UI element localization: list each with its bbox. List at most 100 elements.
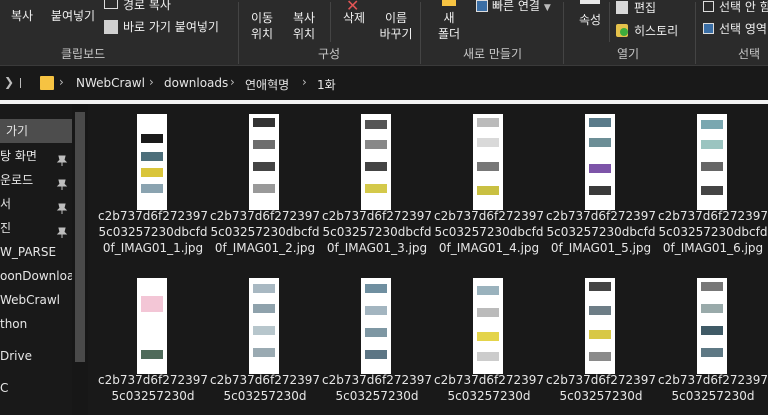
edit-icon (616, 1, 628, 14)
file-name: c2b737d6f2723975c03257230dbcfd0f_IMAG01_… (209, 209, 321, 255)
file-name: c2b737d6f2723975c03257230d (321, 373, 433, 403)
ribbon-separator (609, 2, 610, 42)
nav-item-documents[interactable]: 서 (0, 192, 72, 216)
ribbon-separator (330, 2, 331, 42)
nav-item-nwebcrawl[interactable]: WebCrawl (0, 288, 72, 312)
file-name: c2b737d6f2723975c03257230d (433, 373, 545, 403)
open-group-label: 열기 (617, 47, 640, 61)
breadcrumb-nwebcrawl[interactable]: NWebCrawl (76, 76, 145, 90)
nav-item-label: W_PARSE (0, 245, 57, 259)
image-thumbnail (249, 114, 279, 210)
properties-label: 속성 (578, 13, 602, 27)
image-thumbnail (361, 278, 391, 374)
copy-button[interactable]: 복사 (2, 8, 42, 24)
file-item[interactable]: c2b737d6f2723975c03257230d (209, 268, 321, 415)
easy-access-button[interactable]: 빠른 연결 ▼ (476, 0, 551, 15)
new-folder-button[interactable]: 새 폴더 (428, 10, 470, 42)
edit-button[interactable]: 편집 (616, 1, 656, 15)
invert-selection-icon (703, 23, 714, 34)
breadcrumb-downloads[interactable]: downloads (164, 76, 228, 90)
move-to-button[interactable]: 이동 위치 (242, 10, 282, 42)
nav-scrollbar-thumb[interactable] (75, 112, 85, 362)
history-check-icon (620, 28, 628, 36)
nav-item-onedrive[interactable]: Drive (0, 344, 72, 368)
nav-item-this-pc[interactable]: C (0, 376, 72, 400)
nav-item-label: oonDownload (0, 269, 72, 283)
file-name: c2b737d6f2723975c03257230dbcfd0f_IMAG01_… (321, 209, 433, 255)
ribbon-separator (420, 2, 421, 64)
copy-to-label-line1: 복사 (292, 11, 316, 25)
ribbon-separator (695, 2, 696, 64)
nav-item-toon-download[interactable]: oonDownload (0, 264, 72, 288)
nav-item-python[interactable]: thon (0, 312, 72, 336)
file-name: c2b737d6f2723975c03257230dbcfd0f_IMAG01_… (433, 209, 545, 255)
pin-icon (56, 198, 68, 214)
nav-item-downloads[interactable]: 운로드 (0, 168, 72, 192)
edit-label: 편집 (634, 1, 657, 15)
copy-path-label: 경로 복사 (123, 0, 171, 12)
nav-item-label: 진 (0, 221, 12, 235)
chevron-right-icon[interactable]: › (230, 75, 235, 89)
image-thumbnail (137, 278, 167, 374)
image-thumbnail (697, 114, 727, 210)
invert-selection-button[interactable]: 선택 영역 (703, 22, 767, 36)
file-item[interactable]: c2b737d6f2723975c03257230d (657, 268, 768, 415)
image-thumbnail (361, 114, 391, 210)
file-name: c2b737d6f2723975c03257230d (97, 373, 209, 403)
breadcrumb-episode[interactable]: 1화 (317, 76, 336, 93)
rename-label-line1: 이름 (384, 11, 408, 25)
rename-button[interactable]: 이름 바꾸기 (376, 10, 416, 42)
chevron-right-icon[interactable]: ❯ (4, 75, 14, 89)
properties-button[interactable]: 속성 (570, 12, 610, 28)
nav-scrollbar[interactable] (72, 104, 88, 415)
file-name: c2b737d6f2723975c03257230dbcfd0f_IMAG01_… (97, 209, 209, 255)
file-item[interactable]: c2b737d6f2723975c03257230dbcfd0f_IMAG01_… (321, 104, 433, 259)
file-item[interactable]: c2b737d6f2723975c03257230dbcfd0f_IMAG01_… (97, 104, 209, 259)
select-none-icon (703, 1, 714, 12)
image-thumbnail (473, 278, 503, 374)
file-item[interactable]: c2b737d6f2723975c03257230dbcfd0f_IMAG01_… (433, 104, 545, 259)
paste-button[interactable]: 붙여넣기 (44, 8, 102, 24)
nav-item-label: 가기 (6, 124, 29, 138)
nav-item-quick-access[interactable]: 가기 (0, 119, 72, 143)
address-bar[interactable]: ❯ › NWebCrawl › downloads › 연애혁명 › 1화 (0, 66, 768, 100)
select-none-button[interactable]: 선택 안 함 (703, 0, 768, 14)
select-group-label: 선택 (738, 47, 761, 61)
nav-item-label: Drive (0, 349, 32, 363)
file-item[interactable]: c2b737d6f2723975c03257230d (545, 268, 657, 415)
nav-item-pictures[interactable]: 진 (0, 216, 72, 240)
copy-path-button[interactable]: 경로 복사 (104, 0, 171, 12)
folder-icon (40, 76, 54, 90)
file-item[interactable]: c2b737d6f2723975c03257230d (321, 268, 433, 415)
history-button[interactable]: 히스토리 (616, 24, 678, 38)
breadcrumb-series[interactable]: 연애혁명 (245, 76, 289, 93)
file-item[interactable]: c2b737d6f2723975c03257230d (97, 268, 209, 415)
copy-to-button[interactable]: 복사 위치 (284, 10, 324, 42)
nav-item-w-parse[interactable]: W_PARSE (0, 240, 72, 264)
new-group-label: 새로 만들기 (463, 47, 523, 61)
chevron-down-icon: ▼ (543, 3, 551, 13)
new-folder-icon (442, 0, 456, 6)
file-item[interactable]: c2b737d6f2723975c03257230dbcfd0f_IMAG01_… (657, 104, 768, 259)
paste-shortcut-label: 바로 가기 붙여넣기 (123, 20, 219, 34)
move-to-label-line1: 이동 (250, 11, 274, 25)
ribbon-separator (563, 2, 564, 64)
rename-label-line2: 바꾸기 (379, 27, 413, 41)
file-name: c2b737d6f2723975c03257230d (209, 373, 321, 403)
pin-icon (56, 222, 68, 238)
file-item[interactable]: c2b737d6f2723975c03257230dbcfd0f_IMAG01_… (209, 104, 321, 259)
select-none-label: 선택 안 함 (719, 0, 768, 14)
file-item[interactable]: c2b737d6f2723975c03257230d (433, 268, 545, 415)
nav-item-label: thon (0, 317, 28, 331)
image-thumbnail (473, 114, 503, 210)
pin-icon (56, 150, 68, 166)
chevron-right-icon[interactable]: › (302, 75, 307, 89)
nav-item-desktop[interactable]: 탕 화면 (0, 144, 72, 168)
chevron-right-icon[interactable]: › (59, 75, 64, 89)
delete-button[interactable]: 삭제 (336, 10, 372, 26)
paste-shortcut-button[interactable]: 바로 가기 붙여넣기 (104, 20, 219, 34)
file-item[interactable]: c2b737d6f2723975c03257230dbcfd0f_IMAG01_… (545, 104, 657, 259)
chevron-right-icon[interactable]: › (149, 75, 154, 89)
file-view: c2b737d6f2723975c03257230dbcfd0f_IMAG01_… (88, 104, 768, 415)
image-thumbnail (249, 278, 279, 374)
